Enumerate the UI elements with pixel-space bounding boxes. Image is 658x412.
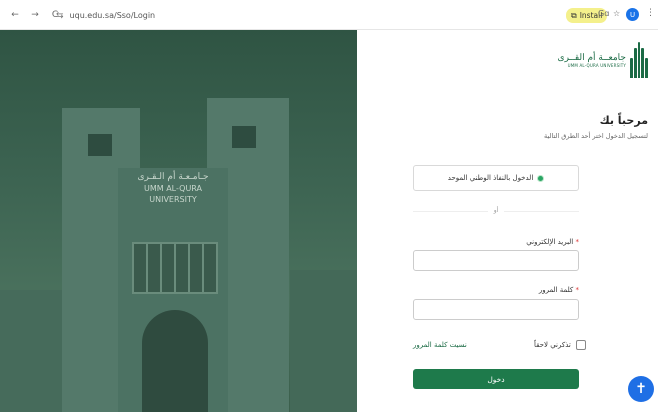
back-icon[interactable]: ← [8,8,22,22]
email-label: * البريد الإلكتروني [526,238,579,246]
logo-arabic-text: جامعــة أم القــرى [557,52,626,63]
nafath-login-button[interactable]: الدخول بالنفاذ الوطني الموحد [413,165,579,191]
browser-toolbar: ← → C ⇆ uqu.edu.sa/Sso/Login ⧉ Install G… [0,0,658,30]
university-logo: جامعــة أم القــرى UMM AL-QURA UNIVERSIT… [558,42,648,78]
site-settings-icon[interactable]: ⇆ [56,11,64,21]
building-sign-line1: UMM AL-QURA [143,184,203,193]
building-sign: جـامـعـة أم الـقـرى UMM AL-QURA UNIVERSI… [118,172,228,205]
building-base-left [0,290,66,412]
profile-avatar[interactable]: U [626,8,639,21]
address-bar[interactable]: ⇆ uqu.edu.sa/Sso/Login [56,7,556,24]
building-base-right [290,270,357,412]
tower-window [232,126,256,148]
building-sign-line2: UNIVERSITY [149,195,197,204]
building-sign-arabic: جـامـعـة أم الـقـرى [137,172,209,182]
translate-icon[interactable]: Gɑ [598,9,609,18]
required-mark: * [575,238,580,246]
campus-hero-image: جـامـعـة أم الـقـرى UMM AL-QURA UNIVERSI… [0,30,357,412]
forward-icon[interactable]: → [28,8,42,22]
nafath-icon [537,174,545,182]
accessibility-icon[interactable]: ✝ [628,376,654,402]
forgot-password-link[interactable]: نسيت كلمة المرور [413,341,467,349]
remember-me-label: تذكرني لاحقاً [534,341,571,349]
browser-menu-icon[interactable]: ⋮ [646,8,655,18]
email-field[interactable] [413,250,579,271]
url-text: uqu.edu.sa/Sso/Login [69,11,156,20]
required-mark: * [575,286,580,294]
facade-grid-window [132,242,218,294]
password-field[interactable] [413,299,579,320]
remember-me-checkbox[interactable] [575,340,586,350]
password-label: * كلمة المرور [539,286,579,294]
install-icon: ⧉ [571,10,577,20]
welcome-heading: مرحباً بك [599,114,648,127]
login-submit-button[interactable]: دخول [413,369,579,389]
nafath-label: الدخول بالنفاذ الوطني الموحد [447,174,534,182]
logo-english-text: UMM AL-QURA UNIVERSITY [567,62,626,68]
login-subtitle: لتسجيل الدخول اختر أحد الطرق التالية [544,132,648,140]
entrance-arch [142,310,208,412]
or-label: أو [488,207,504,214]
password-label-text: كلمة المرور [538,286,574,294]
email-label-text: البريد الإلكتروني [526,238,574,246]
remember-me[interactable]: تذكرني لاحقاً [534,340,586,350]
logo-mark-icon [630,42,648,78]
login-panel: جامعــة أم القــرى UMM AL-QURA UNIVERSIT… [357,30,658,412]
tower-window [88,134,112,156]
bookmark-star-icon[interactable]: ☆ [613,9,620,18]
